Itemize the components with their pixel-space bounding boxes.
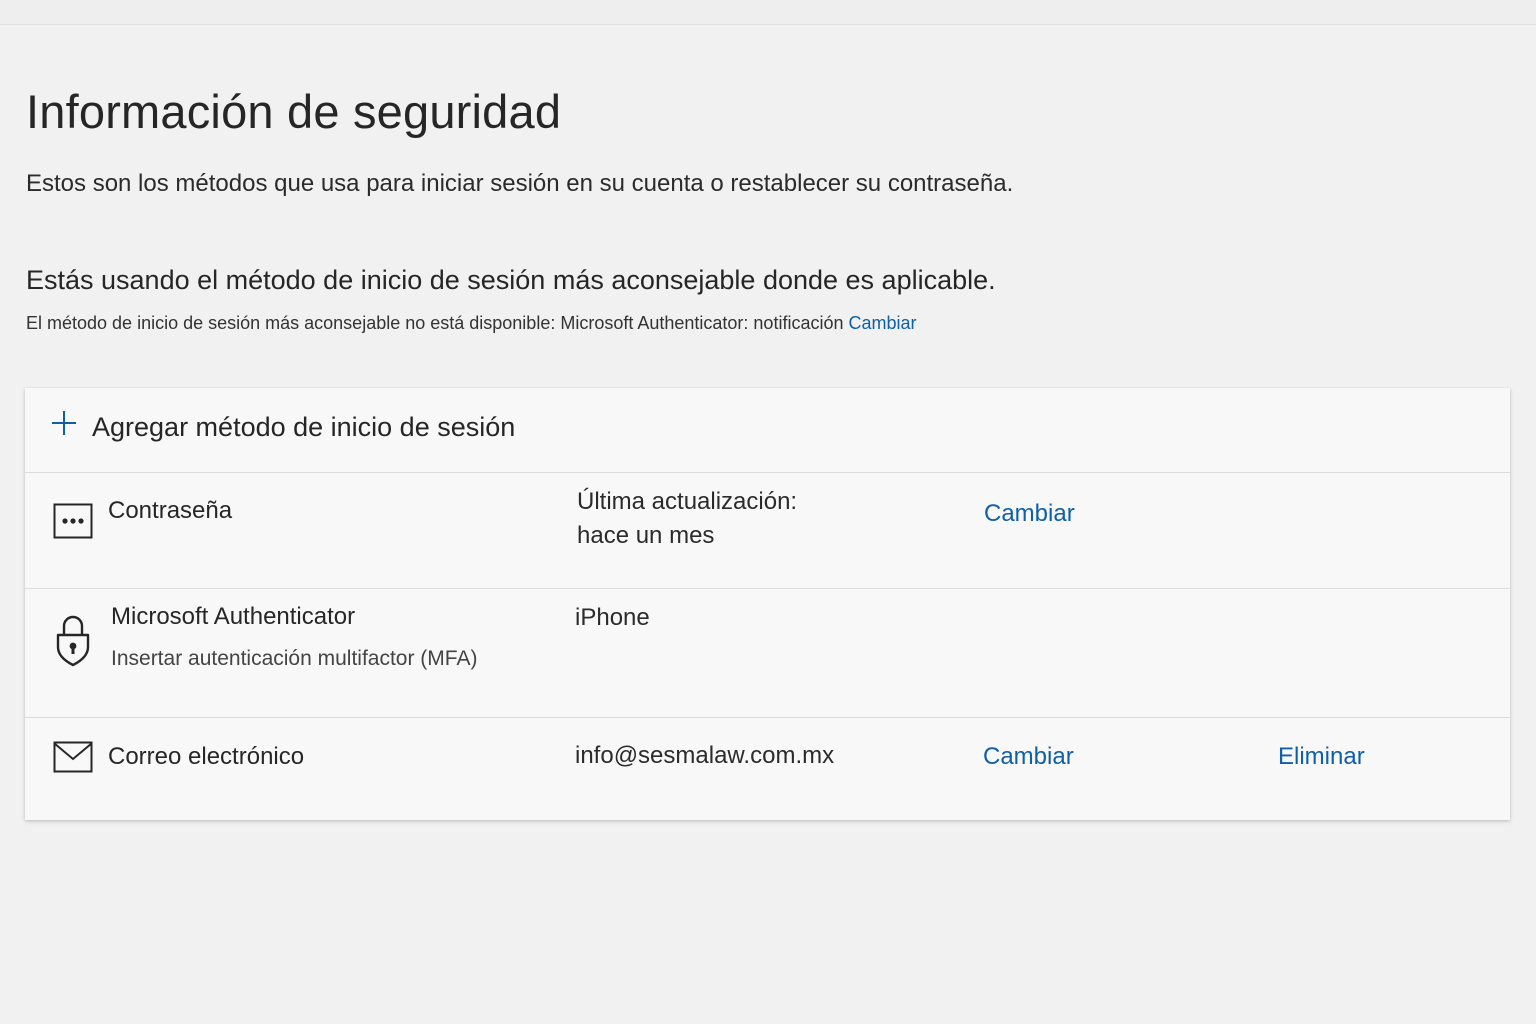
- method-subtitle: Insertar autenticación multifactor (MFA): [111, 647, 478, 670]
- plus-icon: [52, 411, 76, 435]
- mail-icon: [53, 741, 93, 773]
- method-name: Correo electrónico: [108, 743, 305, 770]
- method-row-authenticator: Microsoft Authenticator Insertar autenti…: [25, 589, 1510, 718]
- change-email-button[interactable]: Cambiar: [983, 743, 1074, 771]
- last-updated-value: hace un mes: [577, 522, 715, 549]
- method-row-email: Correo electrónico info@sesmalaw.com.mx …: [25, 718, 1510, 820]
- default-method-heading: Estás usando el método de inicio de sesi…: [26, 265, 996, 295]
- add-method-label: Agregar método de inicio de sesión: [92, 412, 516, 442]
- method-name: Contraseña: [108, 497, 233, 524]
- lock-icon: [56, 615, 90, 667]
- default-method-note-text: El método de inicio de sesión más aconse…: [26, 313, 844, 333]
- delete-email-button[interactable]: Eliminar: [1278, 743, 1365, 771]
- password-last-updated: Última actualización: hace un mes: [577, 485, 797, 553]
- page-title: Información de seguridad: [26, 85, 562, 138]
- authenticator-device: iPhone: [575, 604, 650, 631]
- method-row-password: Contraseña Última actualización: hace un…: [25, 473, 1510, 589]
- security-methods-card: Agregar método de inicio de sesión Contr…: [25, 388, 1510, 820]
- page-subtitle: Estos son los métodos que usa para inici…: [26, 170, 1014, 197]
- top-bar: [0, 0, 1536, 25]
- default-method-note: El método de inicio de sesión más aconse…: [26, 313, 917, 334]
- last-updated-label: Última actualización:: [577, 488, 798, 515]
- change-password-button[interactable]: Cambiar: [984, 500, 1075, 528]
- add-method-button[interactable]: Agregar método de inicio de sesión: [25, 388, 1510, 473]
- password-dots-icon: [53, 503, 93, 539]
- method-name: Microsoft Authenticator: [111, 603, 356, 630]
- change-default-method-link[interactable]: Cambiar: [849, 313, 917, 333]
- email-address: info@sesmalaw.com.mx: [575, 742, 835, 769]
